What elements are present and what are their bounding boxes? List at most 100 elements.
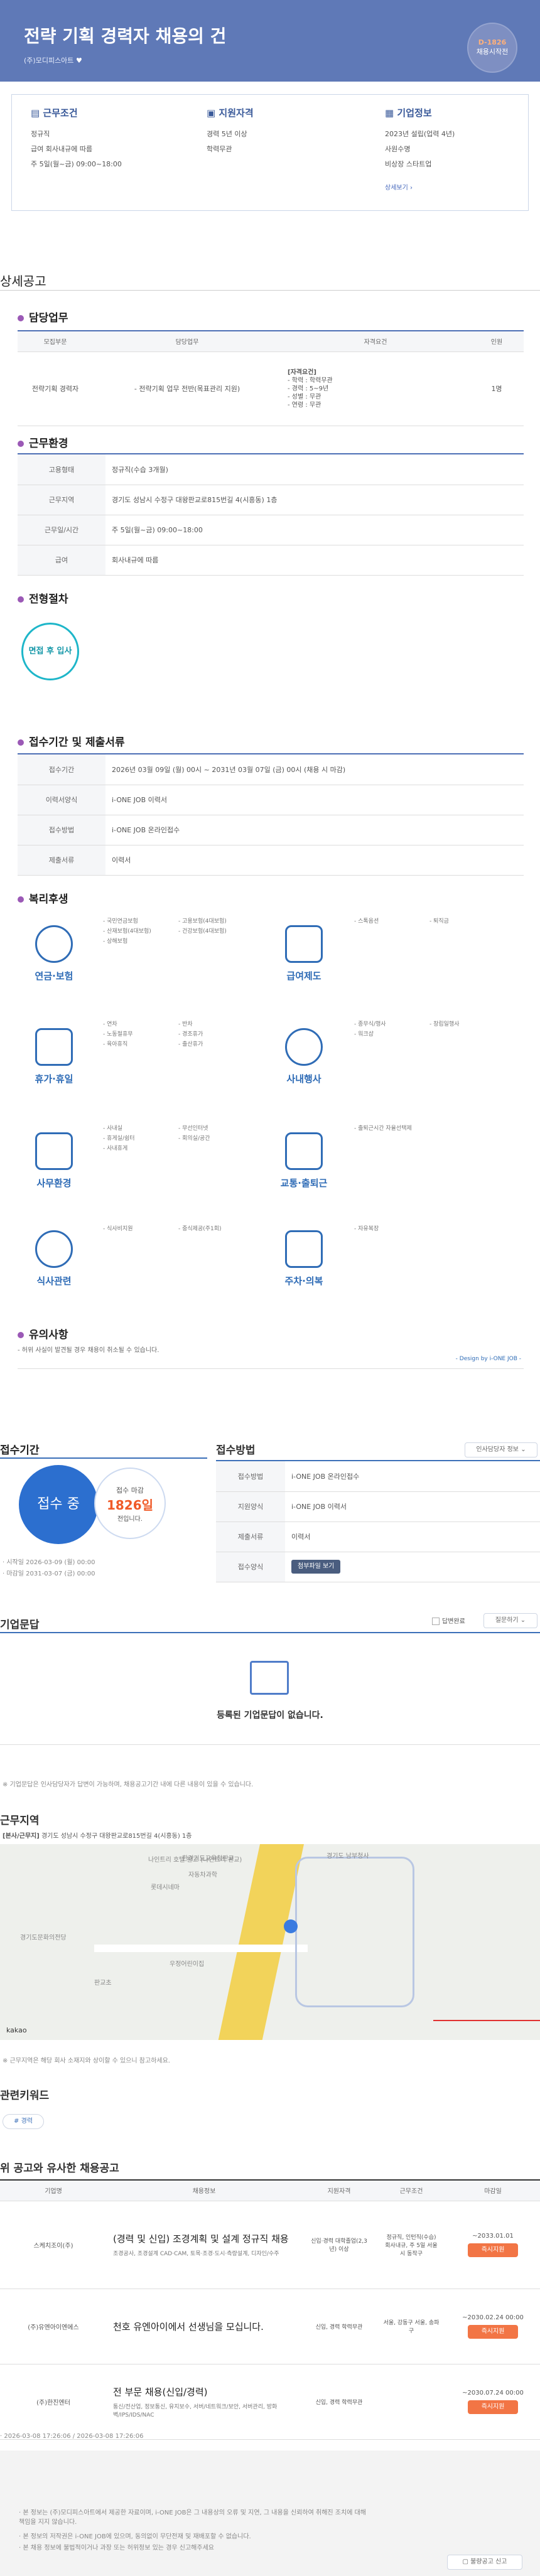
benefit-name: 사무환경: [36, 1178, 72, 1189]
calendar-icon: [35, 1028, 73, 1066]
bullet-icon: [18, 441, 24, 447]
job-title-link[interactable]: 전 부문 채용(신입/경력): [113, 2385, 295, 2398]
ask-question-label[interactable]: 질문하기: [495, 1617, 519, 1624]
company-cell[interactable]: 스케치조이(주): [0, 2201, 107, 2289]
divider: [18, 1368, 524, 1369]
footer-note-text: 본 정보는 (주)모디피스아트에서 제공한 자료이며, i-ONE JOB은 그…: [19, 2509, 366, 2526]
process-title: 전형절차: [18, 590, 68, 606]
job-info-cell[interactable]: (경력 및 신입) 조경계획 및 설계 정규직 채용 조경공사, 조경설계 CA…: [107, 2201, 301, 2289]
job-title-link[interactable]: (경력 및 신입) 조경계획 및 설계 정규직 채용: [113, 2232, 295, 2245]
requirements-cell: [자격요건] - 학력 : 학력무관 - 경력 : 5~9년 - 성별 : 무관…: [281, 352, 470, 426]
summary-line: 주 5일(월~금) 09:00~18:00: [31, 160, 122, 168]
division-cell: 전략기획 경력자: [18, 352, 93, 426]
benefit-item: - 육아휴직: [103, 1041, 128, 1048]
table-row: 전략기획 경력자 - 전략기획 업무 전반(목표관리 지원) [자격요건] - …: [18, 352, 524, 426]
notice-title: 유의사항: [18, 1326, 68, 1341]
checkbox[interactable]: [432, 1618, 440, 1625]
deadline-date: ~2030.02.24 00:00: [462, 2314, 524, 2321]
benefit-item: - 출산휴가: [178, 1041, 203, 1048]
company-detail-label[interactable]: 상세보기: [385, 185, 408, 191]
summary-line: 경력 5년 이상: [207, 130, 247, 138]
benefit-pension: 연금·보험: [35, 925, 79, 982]
answered-filter[interactable]: 답변완료: [432, 1616, 465, 1625]
company-cell[interactable]: (주)유엔아이엔에스: [0, 2289, 107, 2364]
location-map[interactable]: 한경기도교육청판교 자동차과학 경기도 남부청사 경기도문화의전당 나인트리 호…: [0, 1844, 540, 2040]
map-label: 우정어린이집: [170, 1961, 205, 1968]
bullet-icon: [18, 739, 24, 746]
table-row[interactable]: (주)한진엔터 전 부문 채용(신입/경력) 통신/전산업, 정보통신, 유지보…: [0, 2364, 540, 2440]
benefit-items: - 종무식/행사 - 워크샵: [354, 1019, 386, 1039]
apply-now-button[interactable]: 즉시지원: [468, 2324, 518, 2339]
table-row[interactable]: (주)유엔아이엔에스 천호 유엔아이에서 선생님을 모십니다. 신입, 경력 학…: [0, 2289, 540, 2364]
summary-conditions: ▤ 근무조건 정규직 급여 회사내규에 따름 주 5일(월~금) 09:00~1…: [31, 106, 194, 172]
summary-line: 2023년 설립(업력 4년): [385, 130, 455, 138]
benefit-items: - 국민연금보험 - 산재보험(4대보험) - 상해보험: [103, 916, 151, 947]
column-header: 인원: [470, 331, 524, 352]
map-label: 자동차과학: [188, 1872, 217, 1879]
duties-table: 모집부문 담당업무 자격요건 인원 전략기획 경력자 - 전략기획 업무 전반(…: [18, 331, 524, 426]
bullet-icon: [18, 896, 24, 903]
table-row: 고용형태 정규직(수습 3개월): [18, 454, 524, 485]
benefit-item: - 식사비지원: [103, 1226, 133, 1232]
benefit-item: - 사내휴게: [103, 1146, 128, 1152]
remain-days: 1826일: [106, 1498, 154, 1513]
job-header: 전략 기획 경력자 채용의 건 (주)모디피스아트 ♥ D-1826 채용시작전: [0, 0, 540, 82]
deadline-cell: ~2033.01.01 즉시지원: [446, 2201, 540, 2289]
benefit-item: - 자유복장: [354, 1226, 379, 1232]
keyword-tag[interactable]: # 경력: [3, 2114, 44, 2129]
apply-now-button[interactable]: 즉시지원: [468, 2400, 518, 2414]
job-desc: 통신/전산업, 정보통신, 유지보수, 서버/네트워크/보안, 서버관리, 방화…: [113, 2403, 278, 2418]
job-info-cell[interactable]: 천호 유엔아이에서 선생님을 모십니다.: [107, 2289, 301, 2364]
remain-label: 접수 마감: [116, 1486, 144, 1495]
row-label: 지원양식: [216, 1491, 285, 1522]
benefit-items: - 연차 - 노동절휴무 - 육아휴직: [103, 1019, 133, 1049]
notice-title-text: 유의사항: [29, 1329, 68, 1341]
column-header: 근무조건: [377, 2181, 446, 2201]
row-value: 이력서: [105, 845, 524, 876]
benefit-item: - 상해보험: [103, 938, 128, 945]
footer-note-text: 본 정보의 저작권은 i-ONE JOB에 있으며, 동의없이 무단전재 및 재…: [23, 2533, 251, 2540]
company-link[interactable]: (주)모디피스아트: [24, 56, 73, 65]
row-label: 접수방법: [216, 1461, 285, 1492]
manager-info-label[interactable]: 인사담당자 정보: [476, 1446, 519, 1453]
summary-line: 정규직: [31, 130, 50, 138]
attachment-button[interactable]: 첨부파일 보기: [291, 1560, 341, 1574]
job-title-link[interactable]: 천호 유엔아이에서 선생님을 모십니다.: [113, 2320, 295, 2333]
similar-table: 기업명 채용정보 지원자격 근무조건 마감일 스케치조이(주) (경력 및 신입…: [0, 2181, 540, 2440]
job-info-cell[interactable]: 전 부문 채용(신입/경력) 통신/전산업, 정보통신, 유지보수, 서버/네트…: [107, 2364, 301, 2440]
row-value: i-ONE JOB 온라인접수: [285, 1461, 540, 1492]
building-icon: ▦: [385, 107, 394, 119]
row-label: 근무일/시간: [18, 515, 105, 545]
manager-info-button[interactable]: 인사담당자 정보 ⌄: [465, 1442, 537, 1457]
address-label: [본사/근무지]: [3, 1833, 40, 1840]
row-value: 정규직(수습 3개월): [105, 454, 524, 485]
divider: [0, 1457, 207, 1459]
table-row: 접수양식 첨부파일 보기: [216, 1552, 540, 1582]
row-label: 급여: [18, 545, 105, 576]
briefcase-icon: ▣: [207, 107, 216, 119]
company-detail-link[interactable]: 상세보기 ›: [385, 182, 540, 191]
benefit-parking: 주차·의복: [285, 1230, 329, 1287]
summary-qualifications: ▣ 지원자격 경력 5년 이상 학력무관: [207, 106, 370, 157]
report-button[interactable]: ▢ 불량공고 신고: [447, 2555, 522, 2570]
company-cell[interactable]: (주)한진엔터: [0, 2364, 107, 2440]
duty-cell: - 전략기획 업무 전반(목표관리 지원): [93, 352, 281, 426]
notice-text: - 허위 사실이 발견될 경우 채용이 취소될 수 있습니다.: [18, 1347, 159, 1354]
benefit-items: - 창립일행사: [429, 1019, 460, 1029]
report-label[interactable]: 불량공고 신고: [470, 2558, 507, 2565]
map-road: [94, 1945, 308, 1952]
table-row: 제출서류 이력서: [18, 845, 524, 876]
column-header: 마감일: [446, 2181, 540, 2201]
heart-icon[interactable]: ♥: [76, 56, 82, 65]
company-name[interactable]: (주)모디피스아트 ♥: [24, 55, 82, 65]
benefit-items: - 고용보험(4대보험) - 건강보험(4대보험): [178, 916, 227, 936]
detail-section-title: 상세공고: [0, 274, 46, 289]
envelope-icon: [250, 1661, 289, 1695]
apply-now-button[interactable]: 즉시지원: [468, 2243, 518, 2257]
qna-notice: ※ 기업문답은 인사담당자가 답변이 가능하며, 채용공고기간 내에 다른 내용…: [3, 1781, 254, 1788]
req-line: - 경력 : 5~9년: [288, 385, 329, 392]
table-row[interactable]: 스케치조이(주) (경력 및 신입) 조경계획 및 설계 정규직 채용 조경공사…: [0, 2201, 540, 2289]
ask-question-button[interactable]: 질문하기 ⌄: [483, 1613, 537, 1628]
table-header: 모집부문 담당업무 자격요건 인원: [18, 331, 524, 352]
benefit-item: - 노동절휴무: [103, 1031, 133, 1038]
